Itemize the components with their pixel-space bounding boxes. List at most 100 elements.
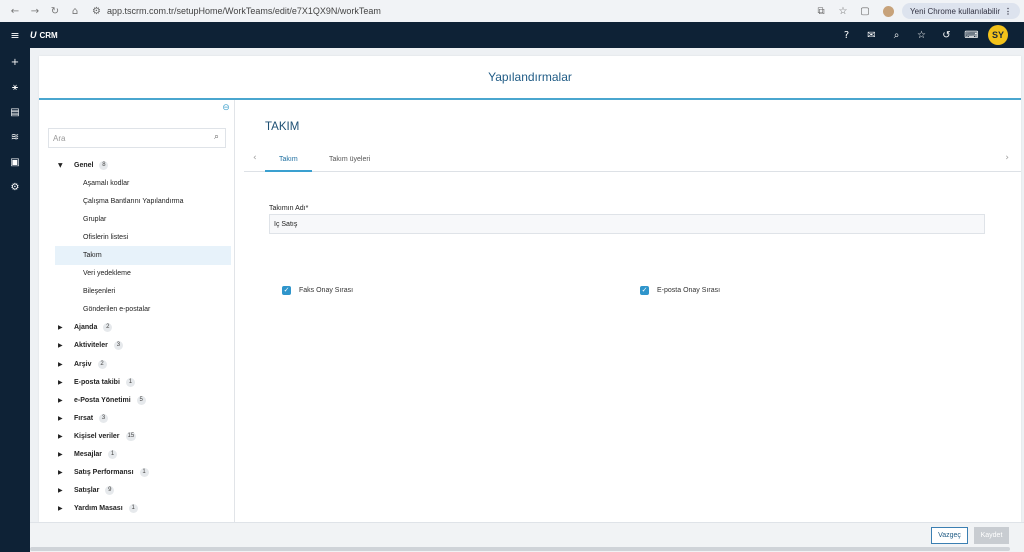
tree-group-item[interactable]: ▶ Arşiv 2	[39, 355, 234, 373]
tree-group-label-wrap: Kişisel veriler 15	[74, 431, 137, 441]
tree-group-label-wrap: Satış Performansı 1	[74, 468, 149, 478]
tree-group-item[interactable]: ▶ Ajanda 2	[39, 319, 234, 337]
browser-toolbar: ← → ↻ ⌂ ⚙ app.tscrm.com.tr/setupHome/Wor…	[0, 0, 1024, 22]
history-icon[interactable]: ↺	[934, 30, 959, 41]
caret-right-icon[interactable]: ▶	[58, 505, 63, 512]
email-approval-option[interactable]: ✓ E-posta Onay Sırası	[640, 286, 720, 295]
logo-text: CRM	[39, 30, 58, 40]
tree-child-label: Takım	[83, 252, 102, 260]
horizontal-scrollbar[interactable]	[30, 547, 1010, 551]
tree-group-item[interactable]: ▶ Aktiviteler 3	[39, 337, 234, 355]
network-icon[interactable]: ⚹	[0, 75, 30, 100]
config-card: Yapılandırmalar ⊖ ⌕ ▼ Genel 8 Aşamalı kodla…	[39, 56, 1021, 522]
tab-takim[interactable]: Takım	[265, 149, 312, 172]
search-icon[interactable]: ⌕	[214, 132, 219, 142]
caret-right-icon[interactable]: ▶	[58, 451, 63, 458]
caret-right-icon[interactable]: ▶	[58, 324, 63, 331]
tree-child-label: Gruplar	[83, 215, 107, 223]
section-title: TAKIM	[265, 121, 300, 133]
tree-group-item[interactable]: ▶ e-Posta Yönetimi 5	[39, 391, 234, 409]
tree-group-label-wrap: Arşiv 2	[74, 359, 107, 369]
tree-group-label: Satışlar	[74, 487, 100, 495]
chrome-update-button[interactable]: Yeni Chrome kullanılabilir ⋮	[902, 3, 1020, 19]
tree-group-label-wrap: Satışlar 9	[74, 486, 115, 496]
save-button[interactable]: Kaydet	[974, 527, 1009, 544]
tree-child-item[interactable]: Bileşenleri	[39, 283, 234, 301]
app-logo[interactable]: U CRM	[30, 30, 58, 40]
url-text[interactable]: app.tscrm.com.tr/setupHome/WorkTeams/edi…	[107, 6, 381, 16]
tree-group-item[interactable]: ▶ E-posta takibi 1	[39, 373, 234, 391]
email-approval-label: E-posta Onay Sırası	[657, 287, 721, 294]
tree-child-item[interactable]: Aşamalı kodlar	[39, 174, 234, 192]
back-icon[interactable]: ←	[8, 4, 22, 18]
tree-group-item[interactable]: ▶ Kişisel veriler 15	[39, 427, 234, 445]
address-bar[interactable]: ⚙ app.tscrm.com.tr/setupHome/WorkTeams/e…	[92, 0, 807, 22]
sales-icon[interactable]: ▤	[0, 100, 30, 125]
tree-group-item[interactable]: ▶ Yardım Masası 1	[39, 500, 234, 518]
tree-child-item[interactable]: Gönderilen e-postalar	[39, 301, 234, 319]
tab-takim-uyeleri[interactable]: Takım üyeleri	[315, 149, 384, 172]
caret-right-icon[interactable]: ▶	[58, 469, 63, 476]
caret-right-icon[interactable]: ▶	[58, 342, 63, 349]
tree-child-label: Çalışma Bantlarını Yapılandırma	[83, 197, 184, 205]
fax-approval-label: Faks Onay Sırası	[299, 287, 354, 294]
tree-child-item[interactable]: Çalışma Bantlarını Yapılandırma	[39, 192, 234, 210]
profile-avatar[interactable]	[883, 5, 895, 17]
extension-icon[interactable]: ▢	[857, 6, 873, 17]
menu-icon[interactable]: ≡	[0, 29, 30, 42]
user-avatar[interactable]: SY	[988, 25, 1008, 45]
keyboard-icon[interactable]: ⌨	[959, 30, 984, 41]
cancel-button[interactable]: Vazgeç	[931, 527, 968, 544]
caret-down-icon[interactable]: ▼	[58, 162, 63, 169]
tree-child-item[interactable]: Takım	[55, 246, 231, 265]
caret-right-icon[interactable]: ▶	[58, 487, 63, 494]
count-badge: 1	[128, 504, 138, 514]
tree-group-label: Aktiviteler	[74, 342, 108, 350]
finance-icon[interactable]: ▣	[0, 150, 30, 175]
caret-right-icon[interactable]: ▶	[58, 361, 63, 368]
count-badge: 1	[108, 450, 118, 460]
forward-icon[interactable]: →	[28, 4, 42, 18]
tree-group-item[interactable]: ▶ Mesajlar 1	[39, 446, 234, 464]
tree-group-item[interactable]: ▼ Genel 8	[39, 156, 234, 174]
fax-approval-option[interactable]: ✓ Faks Onay Sırası	[282, 286, 353, 295]
settings-gear-icon[interactable]: ⚙	[0, 175, 30, 200]
sidebar-search-input[interactable]	[49, 129, 205, 147]
tree-group-item[interactable]: ▶ Fırsat 3	[39, 409, 234, 427]
team-name-label: Takımın Adı*	[269, 205, 309, 212]
caret-right-icon[interactable]: ▶	[58, 379, 63, 386]
add-icon[interactable]: +	[0, 50, 30, 75]
home-icon[interactable]: ⌂	[68, 4, 82, 18]
team-name-input[interactable]	[269, 214, 985, 234]
tree-child-label: Aşamalı kodlar	[83, 179, 130, 187]
tab-scroll-right-icon[interactable]: ›	[1005, 153, 1009, 163]
tree-group-label-wrap: Fırsat 3	[74, 413, 109, 423]
mail-icon[interactable]: ✉	[859, 30, 884, 41]
tree-child-item[interactable]: Gruplar	[39, 210, 234, 228]
caret-right-icon[interactable]: ▶	[58, 433, 63, 440]
tree-group-item[interactable]: ▶ Satışlar 9	[39, 482, 234, 500]
count-badge: 1	[139, 468, 149, 478]
caret-right-icon[interactable]: ▶	[58, 397, 63, 404]
help-icon[interactable]: ?	[834, 30, 859, 41]
collapse-sidebar-icon[interactable]: ⊖	[221, 103, 231, 113]
caret-right-icon[interactable]: ▶	[58, 415, 63, 422]
install-icon[interactable]: ⧉	[813, 6, 829, 17]
left-nav-rail: + ⚹ ▤ ≋ ▣ ⚙	[0, 48, 30, 552]
tree-group-label: Fırsat	[74, 414, 94, 422]
email-approval-checkbox[interactable]: ✓	[640, 286, 649, 295]
reload-icon[interactable]: ↻	[48, 4, 62, 18]
fax-approval-checkbox[interactable]: ✓	[282, 286, 291, 295]
tab-scroll-left-icon[interactable]: ‹	[253, 153, 257, 163]
tree-child-item[interactable]: Veri yedekleme	[39, 265, 234, 283]
tree-group-item[interactable]: ▶ Satış Performansı 1	[39, 464, 234, 482]
favorites-star-icon[interactable]: ☆	[909, 30, 934, 41]
reports-icon[interactable]: ≋	[0, 125, 30, 150]
tree-child-item[interactable]: Ofislerin listesi	[39, 228, 234, 246]
team-form: TAKIM ‹ Takım Takım üyeleri › Takımın Ad…	[244, 100, 1021, 522]
site-info-icon[interactable]: ⚙	[92, 6, 101, 17]
bookmark-star-icon[interactable]: ☆	[835, 6, 851, 17]
page-title: Yapılandırmalar	[488, 70, 572, 84]
chrome-menu-icon[interactable]: ⋮	[1004, 7, 1012, 16]
search-icon[interactable]: ⌕	[884, 30, 909, 41]
